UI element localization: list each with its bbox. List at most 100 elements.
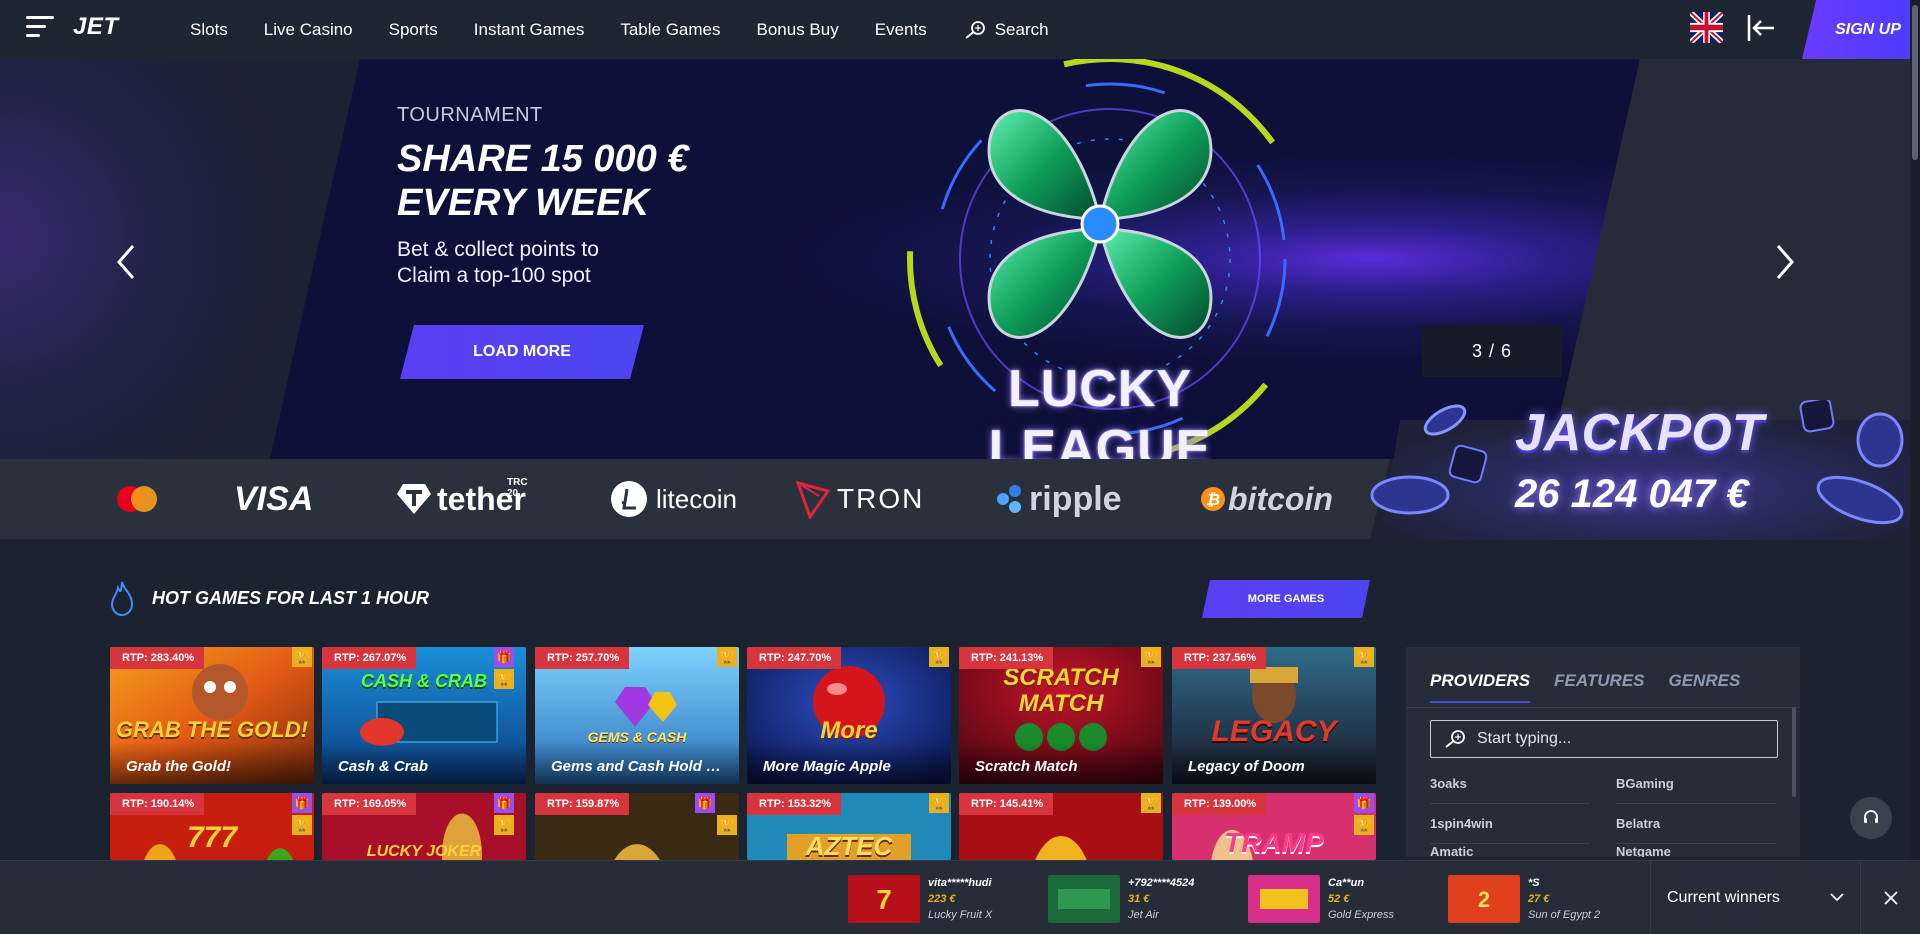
game-tile[interactable]: 777 RTP: 190.14% 🎁 🏆 bbox=[110, 793, 314, 860]
game-art-title: LUCKY JOKER bbox=[366, 843, 482, 860]
game-tile[interactable]: RTP: 159.87% 🎁 🏆 bbox=[535, 793, 739, 860]
nav-live-casino[interactable]: Live Casino bbox=[264, 20, 353, 40]
provider-item[interactable]: BGaming bbox=[1616, 764, 1776, 804]
menu-icon[interactable] bbox=[26, 16, 54, 40]
rtp-badge: RTP: 169.05% bbox=[322, 793, 417, 815]
tron-logo: TRON bbox=[795, 459, 924, 539]
page-scrollbar[interactable] bbox=[1910, 0, 1920, 860]
rtp-badge: RTP: 237.56% bbox=[1172, 647, 1267, 669]
trophy-icon: 🏆 bbox=[1354, 815, 1374, 835]
close-icon[interactable] bbox=[1860, 861, 1920, 934]
chevron-down-icon bbox=[1830, 893, 1844, 902]
provider-item[interactable]: Netgame bbox=[1616, 844, 1776, 857]
game-tile-legacy-of-doom[interactable]: LEGACY RTP: 237.56% 🏆 Legacy of Doom bbox=[1172, 647, 1376, 784]
trophy-icon: 🏆 bbox=[1141, 647, 1161, 667]
gift-icon: 🎁 bbox=[1354, 793, 1374, 813]
trophy-icon: 🏆 bbox=[494, 669, 514, 689]
winner-amount: 223 € bbox=[928, 893, 956, 905]
tether-icon bbox=[395, 480, 433, 518]
game-art-title: 777 bbox=[186, 821, 238, 854]
winner-item[interactable]: 2 *S 27 € Sun of Egypt 2 bbox=[1448, 875, 1600, 925]
rtp-badge: RTP: 257.70% bbox=[535, 647, 630, 669]
svg-text:7: 7 bbox=[876, 884, 892, 915]
lucky-league-art-text: LUCKY LEAGUE bbox=[988, 360, 1212, 459]
search-icon bbox=[1445, 730, 1465, 748]
game-art-title: More bbox=[820, 717, 878, 744]
provider-item[interactable]: 1spin4win bbox=[1430, 804, 1590, 844]
login-icon[interactable] bbox=[1745, 12, 1777, 44]
search-icon bbox=[965, 20, 985, 39]
support-icon[interactable] bbox=[1850, 797, 1892, 839]
svg-text:₿: ₿ bbox=[1206, 491, 1220, 509]
provider-item[interactable]: Belatra bbox=[1616, 804, 1776, 844]
panel-scrollbar[interactable] bbox=[1792, 707, 1796, 797]
game-tile-more-magic-apple[interactable]: More RTP: 247.70% 🏆 More Magic Apple bbox=[747, 647, 951, 784]
winner-game: Lucky Fruit X bbox=[928, 909, 993, 921]
chevron-left-icon[interactable] bbox=[115, 242, 139, 282]
main-nav: Slots Live Casino Sports Instant Games T… bbox=[190, 0, 1085, 59]
tab-genres[interactable]: GENRES bbox=[1669, 671, 1741, 703]
nav-slots[interactable]: Slots bbox=[190, 20, 228, 40]
nav-instant-games[interactable]: Instant Games bbox=[474, 20, 585, 40]
hot-games-title: HOT GAMES FOR LAST 1 HOUR bbox=[152, 587, 430, 608]
nav-search[interactable]: Search bbox=[963, 20, 1049, 40]
gift-icon: 🎁 bbox=[292, 793, 312, 813]
nav-sports[interactable]: Sports bbox=[389, 20, 438, 40]
winner-user: Ca**un bbox=[1328, 877, 1365, 889]
gift-icon: 🎁 bbox=[494, 647, 514, 667]
tab-providers[interactable]: PROVIDERS bbox=[1430, 671, 1531, 703]
provider-item[interactable]: Amatic bbox=[1430, 844, 1590, 857]
current-winners-toggle[interactable]: Current winners bbox=[1650, 861, 1860, 934]
game-name: Gems and Cash Hold … bbox=[535, 742, 739, 784]
game-thumb: 2 bbox=[1448, 875, 1520, 923]
winners-bar: 7 vita*****hudi 223 € Lucky Fruit X +792… bbox=[0, 860, 1920, 934]
jackpot-title: JACKPOT bbox=[1515, 404, 1764, 462]
nav-events[interactable]: Events bbox=[875, 20, 927, 40]
winner-item[interactable]: 7 vita*****hudi 223 € Lucky Fruit X bbox=[848, 875, 992, 925]
winner-item[interactable]: Ca**un 52 € Gold Express bbox=[1248, 875, 1394, 925]
logo[interactable]: JET bbox=[73, 13, 119, 41]
rtp-badge: RTP: 139.00% bbox=[1172, 793, 1267, 815]
signup-button[interactable]: SIGN UP bbox=[1802, 0, 1920, 59]
winner-item[interactable]: +792****4524 31 € Jet Air bbox=[1048, 875, 1194, 925]
game-tile-grab-the-gold[interactable]: GRAB THE GOLD! RTP: 283.40% 🏆 Grab the G… bbox=[110, 647, 314, 784]
game-tile[interactable]: AZTEC RTP: 153.32% 🏆 bbox=[747, 793, 951, 860]
provider-search-input[interactable] bbox=[1477, 730, 1767, 748]
load-more-button[interactable]: LOAD MORE bbox=[400, 325, 644, 379]
tab-features[interactable]: FEATURES bbox=[1554, 671, 1644, 703]
game-tile-scratch-match[interactable]: SCRATCH MATCH RTP: 241.13% 🏆 Scratch Mat… bbox=[959, 647, 1163, 784]
game-art-title: SCRATCH MATCH bbox=[1003, 664, 1119, 717]
jackpot-value: 26 124 047 € bbox=[1515, 472, 1749, 516]
provider-item[interactable]: 3oaks bbox=[1430, 764, 1590, 804]
hero-text: TOURNAMENT SHARE 15 000 € EVERY WEEK Bet… bbox=[397, 104, 689, 289]
fire-icon bbox=[110, 581, 134, 616]
more-games-button[interactable]: MORE GAMES bbox=[1202, 580, 1370, 618]
trophy-icon: 🏆 bbox=[929, 647, 949, 667]
trophy-icon: 🏆 bbox=[292, 815, 312, 835]
hero-headline-line-2: EVERY WEEK bbox=[397, 182, 650, 224]
ripple-icon bbox=[995, 483, 1025, 515]
filter-tabs: PROVIDERS FEATURES GENRES bbox=[1430, 671, 1764, 703]
chevron-right-icon[interactable] bbox=[1772, 242, 1796, 282]
nav-table-games[interactable]: Table Games bbox=[620, 20, 720, 40]
provider-search-field[interactable] bbox=[1430, 720, 1778, 758]
tether-logo: tether TRC 20 bbox=[395, 459, 526, 539]
game-tile-gems-and-cash[interactable]: GEMS & CASH RTP: 257.70% 🏆 Gems and Cash… bbox=[535, 647, 739, 784]
page-scrollbar-thumb[interactable] bbox=[1912, 5, 1918, 160]
hero-carousel: LUCKY LEAGUE TOURNAMENT SHARE 15 000 € E… bbox=[0, 59, 1920, 459]
hero-headline: SHARE 15 000 € EVERY WEEK bbox=[397, 137, 689, 225]
game-tile[interactable]: LUCKY JOKER RTP: 169.05% 🎁 🏆 bbox=[322, 793, 526, 860]
game-tile[interactable]: RTP: 145.41% 🏆 bbox=[959, 793, 1163, 860]
rtp-badge: RTP: 153.32% bbox=[747, 793, 842, 815]
hero-eyebrow: TOURNAMENT bbox=[397, 104, 543, 126]
uk-flag-icon[interactable] bbox=[1690, 12, 1723, 43]
tron-icon bbox=[795, 479, 831, 519]
winner-info: Ca**un 52 € Gold Express bbox=[1328, 875, 1394, 925]
game-tile[interactable]: TRAMP RTP: 139.00% 🎁 🏆 bbox=[1172, 793, 1376, 860]
trophy-icon: 🏆 bbox=[494, 815, 514, 835]
hero-subline-2: Claim a top-100 spot bbox=[397, 264, 591, 287]
game-tile-cash-and-crab[interactable]: CASH & CRAB RTP: 267.07% 🎁 🏆 Cash & Crab bbox=[322, 647, 526, 784]
trophy-icon: 🏆 bbox=[929, 793, 949, 813]
game-art-title: AZTEC bbox=[805, 831, 893, 860]
nav-bonus-buy[interactable]: Bonus Buy bbox=[757, 20, 839, 40]
